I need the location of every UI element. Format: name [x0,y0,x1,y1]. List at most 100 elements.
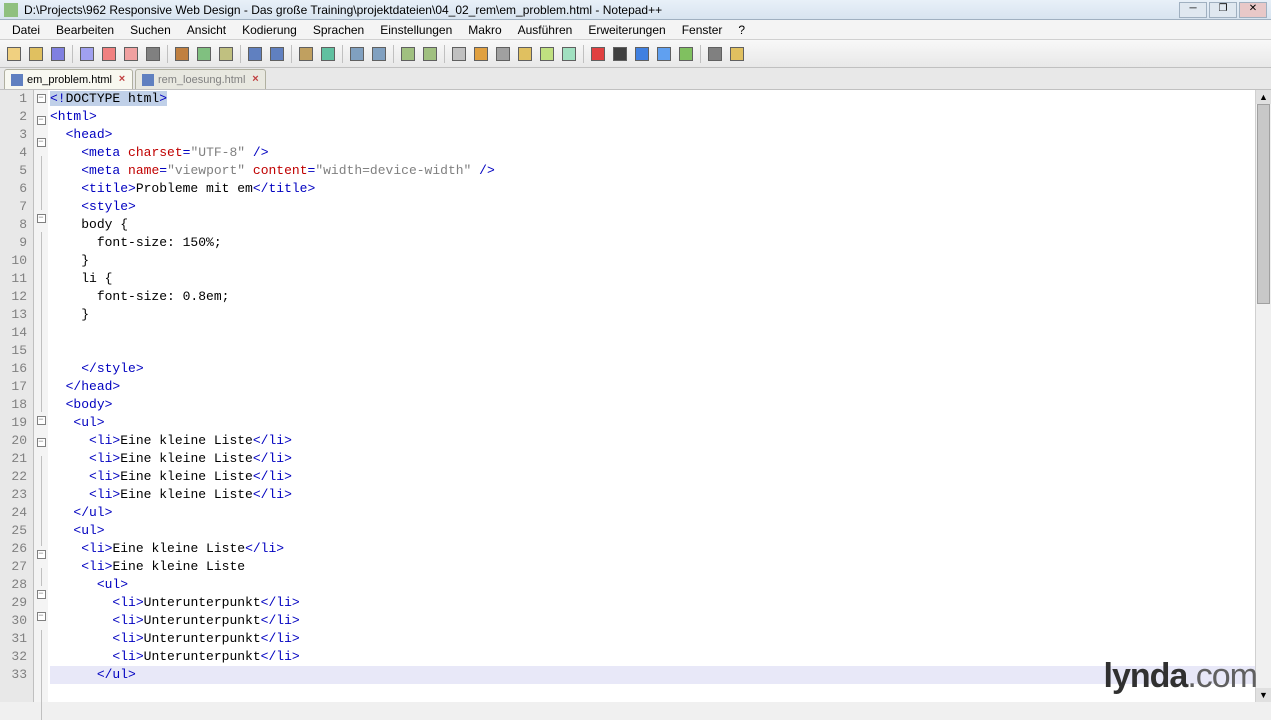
menu-kodierung[interactable]: Kodierung [236,21,303,39]
menu-bearbeiten[interactable]: Bearbeiten [50,21,120,39]
fold-toggle-icon[interactable]: − [37,116,46,125]
fold-column[interactable]: − − − − − − − − − [34,90,48,702]
code-line[interactable]: <title>Probleme mit em</title> [50,180,1255,198]
menu-makro[interactable]: Makro [462,21,507,39]
tab-close-icon[interactable]: × [116,74,128,86]
find-icon[interactable] [296,44,316,64]
code-line[interactable]: <li>Unterunterpunkt</li> [50,612,1255,630]
menu-datei[interactable]: Datei [6,21,46,39]
sync-v-icon[interactable] [398,44,418,64]
wordwrap-icon[interactable] [449,44,469,64]
undo-icon[interactable] [245,44,265,64]
menu-ansicht[interactable]: Ansicht [181,21,232,39]
code-line[interactable]: font-size: 0.8em; [50,288,1255,306]
close-all-icon[interactable] [121,44,141,64]
code-line[interactable]: li { [50,270,1255,288]
fold-toggle-icon[interactable]: − [37,612,46,621]
code-line[interactable]: <ul> [50,414,1255,432]
print-icon[interactable] [143,44,163,64]
vertical-scrollbar[interactable]: ▲ ▼ [1255,90,1271,702]
code-line[interactable]: <li>Eine kleine Liste</li> [50,432,1255,450]
stop-icon[interactable] [610,44,630,64]
fold-toggle-icon[interactable]: − [37,416,46,425]
doc-map-icon[interactable] [537,44,557,64]
code-line[interactable]: <head> [50,126,1255,144]
code-line[interactable]: <!DOCTYPE html> [50,90,1255,108]
code-line[interactable]: } [50,252,1255,270]
scroll-thumb[interactable] [1257,104,1270,304]
code-line[interactable]: <meta charset="UTF-8" /> [50,144,1255,162]
fold-toggle-icon[interactable]: − [37,590,46,599]
menu-fenster[interactable]: Fenster [676,21,729,39]
function-list-icon[interactable] [559,44,579,64]
code-line[interactable]: </ul> [50,666,1255,684]
line-number: 6 [0,180,27,198]
paste-icon[interactable] [216,44,236,64]
code-line[interactable] [50,324,1255,342]
menu-?[interactable]: ? [732,21,751,39]
code-line[interactable]: <li>Eine kleine Liste [50,558,1255,576]
show-all-icon[interactable] [471,44,491,64]
open-icon[interactable] [26,44,46,64]
code-line[interactable]: <style> [50,198,1255,216]
code-line[interactable]: </ul> [50,504,1255,522]
code-line[interactable]: <li>Eine kleine Liste</li> [50,540,1255,558]
replace-icon[interactable] [318,44,338,64]
fold-toggle-icon[interactable]: − [37,438,46,447]
code-line[interactable] [50,342,1255,360]
menu-erweiterungen[interactable]: Erweiterungen [582,21,671,39]
fold-toggle-icon[interactable]: − [37,550,46,559]
code-line[interactable]: <li>Unterunterpunkt</li> [50,648,1255,666]
play-icon[interactable] [632,44,652,64]
code-line[interactable]: <ul> [50,576,1255,594]
record-icon[interactable] [588,44,608,64]
code-line[interactable]: font-size: 150%; [50,234,1255,252]
code-line[interactable]: </style> [50,360,1255,378]
line-number: 31 [0,630,27,648]
code-line[interactable]: <li>Unterunterpunkt</li> [50,630,1255,648]
code-line[interactable]: } [50,306,1255,324]
menu-ausführen[interactable]: Ausführen [512,21,579,39]
code-line[interactable]: <body> [50,396,1255,414]
zoom-in-icon[interactable] [347,44,367,64]
code-line[interactable]: <li>Eine kleine Liste</li> [50,468,1255,486]
folder-icon[interactable] [515,44,535,64]
cut-icon[interactable] [172,44,192,64]
tab-close-icon[interactable]: × [249,74,261,86]
close-window-button[interactable]: ✕ [1239,2,1267,18]
minimize-button[interactable]: ─ [1179,2,1207,18]
code-line[interactable]: </head> [50,378,1255,396]
code-line[interactable]: <meta name="viewport" content="width=dev… [50,162,1255,180]
code-line[interactable]: <li>Eine kleine Liste</li> [50,486,1255,504]
save-icon[interactable] [48,44,68,64]
menu-sprachen[interactable]: Sprachen [307,21,370,39]
indent-guide-icon[interactable] [493,44,513,64]
menu-einstellungen[interactable]: Einstellungen [374,21,458,39]
code-line[interactable]: body { [50,216,1255,234]
sync-h-icon[interactable] [420,44,440,64]
scroll-down-button[interactable]: ▼ [1256,688,1271,702]
scroll-up-button[interactable]: ▲ [1256,90,1271,104]
fold-toggle-icon[interactable]: − [37,94,46,103]
fold-toggle-icon[interactable]: − [37,214,46,223]
tab-em_problem-html[interactable]: em_problem.html× [4,69,133,89]
new-file-icon[interactable] [4,44,24,64]
code-line[interactable]: <li>Eine kleine Liste</li> [50,450,1255,468]
copy-icon[interactable] [194,44,214,64]
code-editor[interactable]: <!DOCTYPE html><html> <head> <meta chars… [48,90,1255,702]
fold-toggle-icon[interactable]: − [37,138,46,147]
save-macro-icon[interactable] [676,44,696,64]
zoom-out-icon[interactable] [369,44,389,64]
code-line[interactable]: <html> [50,108,1255,126]
tab-rem_loesung-html[interactable]: rem_loesung.html× [135,69,266,89]
play-multi-icon[interactable] [654,44,674,64]
doc-switch-icon[interactable] [727,44,747,64]
code-line[interactable]: <li>Unterunterpunkt</li> [50,594,1255,612]
redo-icon[interactable] [267,44,287,64]
menu-suchen[interactable]: Suchen [124,21,177,39]
spell-icon[interactable] [705,44,725,64]
save-all-icon[interactable] [77,44,97,64]
close-icon[interactable] [99,44,119,64]
maximize-button[interactable]: ❐ [1209,2,1237,18]
code-line[interactable]: <ul> [50,522,1255,540]
